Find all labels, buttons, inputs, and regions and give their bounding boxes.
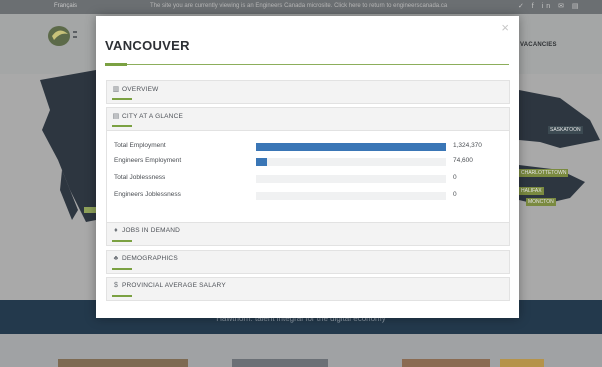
section-accent (112, 240, 132, 242)
stat-row-total-employment: Total Employment 1,324,370 (114, 142, 506, 152)
city-label-halifax[interactable]: HALIFAX (519, 187, 544, 195)
section-salary-header[interactable]: $ PROVINCIAL AVERAGE SALARY (112, 282, 226, 289)
section-city-label: CITY AT A GLANCE (122, 112, 184, 120)
stat-label: Engineers Joblessness (114, 191, 181, 198)
stat-value: 0 (453, 174, 457, 181)
stat-value: 0 (453, 191, 457, 198)
section-demographics[interactable]: ♣ DEMOGRAPHICS (106, 250, 510, 274)
person-icon: ♦ (114, 227, 118, 234)
modal-title: VANCOUVER (105, 38, 190, 53)
close-icon[interactable]: × (501, 21, 509, 34)
section-overview-label: OVERVIEW (122, 85, 159, 93)
stat-row-engineers-employment: Engineers Employment 74,600 (114, 157, 506, 167)
section-jobs-header[interactable]: ♦ JOBS IN DEMAND (112, 227, 180, 234)
thumbnail-1[interactable] (58, 359, 188, 367)
nav-vacancies[interactable]: VACANCIES (520, 42, 557, 48)
section-overview[interactable]: ▥ OVERVIEW (106, 80, 510, 104)
language-link[interactable]: Français (54, 3, 77, 9)
stat-bar-track (256, 143, 446, 151)
section-accent (112, 295, 132, 297)
social-icons[interactable]: ✓ f in ✉ ▤ (518, 2, 582, 10)
city-stats-panel: Total Employment 1,324,370 Engineers Emp… (106, 131, 510, 223)
city-label-charlottetown[interactable]: CHARLOTTETOWN (519, 169, 569, 177)
stat-bar-fill (256, 158, 267, 166)
section-accent (112, 98, 132, 100)
thumbnail-3[interactable] (402, 359, 490, 367)
stat-row-total-joblessness: Total Joblessness 0 (114, 174, 506, 184)
stat-value: 74,600 (453, 157, 473, 164)
section-demographics-header[interactable]: ♣ DEMOGRAPHICS (112, 255, 178, 262)
thumbnail-4[interactable] (500, 359, 544, 367)
city-label-moncton[interactable]: MONCTON (526, 198, 556, 206)
bar-chart-icon: ▥ (112, 86, 120, 93)
microsite-notice[interactable]: The site you are currently viewing is an… (150, 3, 447, 9)
section-provincial-average-salary[interactable]: $ PROVINCIAL AVERAGE SALARY (106, 277, 510, 301)
section-accent (112, 268, 132, 270)
section-jobs-in-demand[interactable]: ♦ JOBS IN DEMAND (106, 222, 510, 246)
title-divider (105, 64, 509, 65)
section-salary-label: PROVINCIAL AVERAGE SALARY (122, 282, 226, 289)
stat-row-engineers-joblessness: Engineers Joblessness 0 (114, 191, 506, 201)
section-demographics-label: DEMOGRAPHICS (122, 255, 178, 262)
section-city-header[interactable]: ▤ CITY AT A GLANCE (112, 112, 184, 121)
city-label-saskatoon[interactable]: SASKATOON (548, 126, 583, 134)
title-accent (105, 63, 127, 66)
document-icon: ▤ (112, 113, 120, 120)
section-city-at-a-glance[interactable]: ▤ CITY AT A GLANCE (106, 107, 510, 131)
dollar-icon: $ (113, 282, 119, 289)
section-accent (112, 125, 132, 127)
site-logo[interactable] (46, 22, 92, 50)
top-bar: Français The site you are currently view… (0, 0, 602, 14)
stat-label: Total Joblessness (114, 174, 166, 181)
stat-bar-track (256, 158, 446, 166)
stat-bar-fill (256, 143, 446, 151)
thumbnail-2[interactable] (232, 359, 328, 367)
stat-bar-track (256, 192, 446, 200)
group-icon: ♣ (113, 255, 119, 262)
section-jobs-label: JOBS IN DEMAND (122, 227, 181, 234)
stat-value: 1,324,370 (453, 142, 482, 149)
stat-label: Total Employment (114, 142, 166, 149)
section-overview-header[interactable]: ▥ OVERVIEW (112, 85, 159, 94)
stat-bar-track (256, 175, 446, 183)
stat-label: Engineers Employment (114, 157, 182, 164)
